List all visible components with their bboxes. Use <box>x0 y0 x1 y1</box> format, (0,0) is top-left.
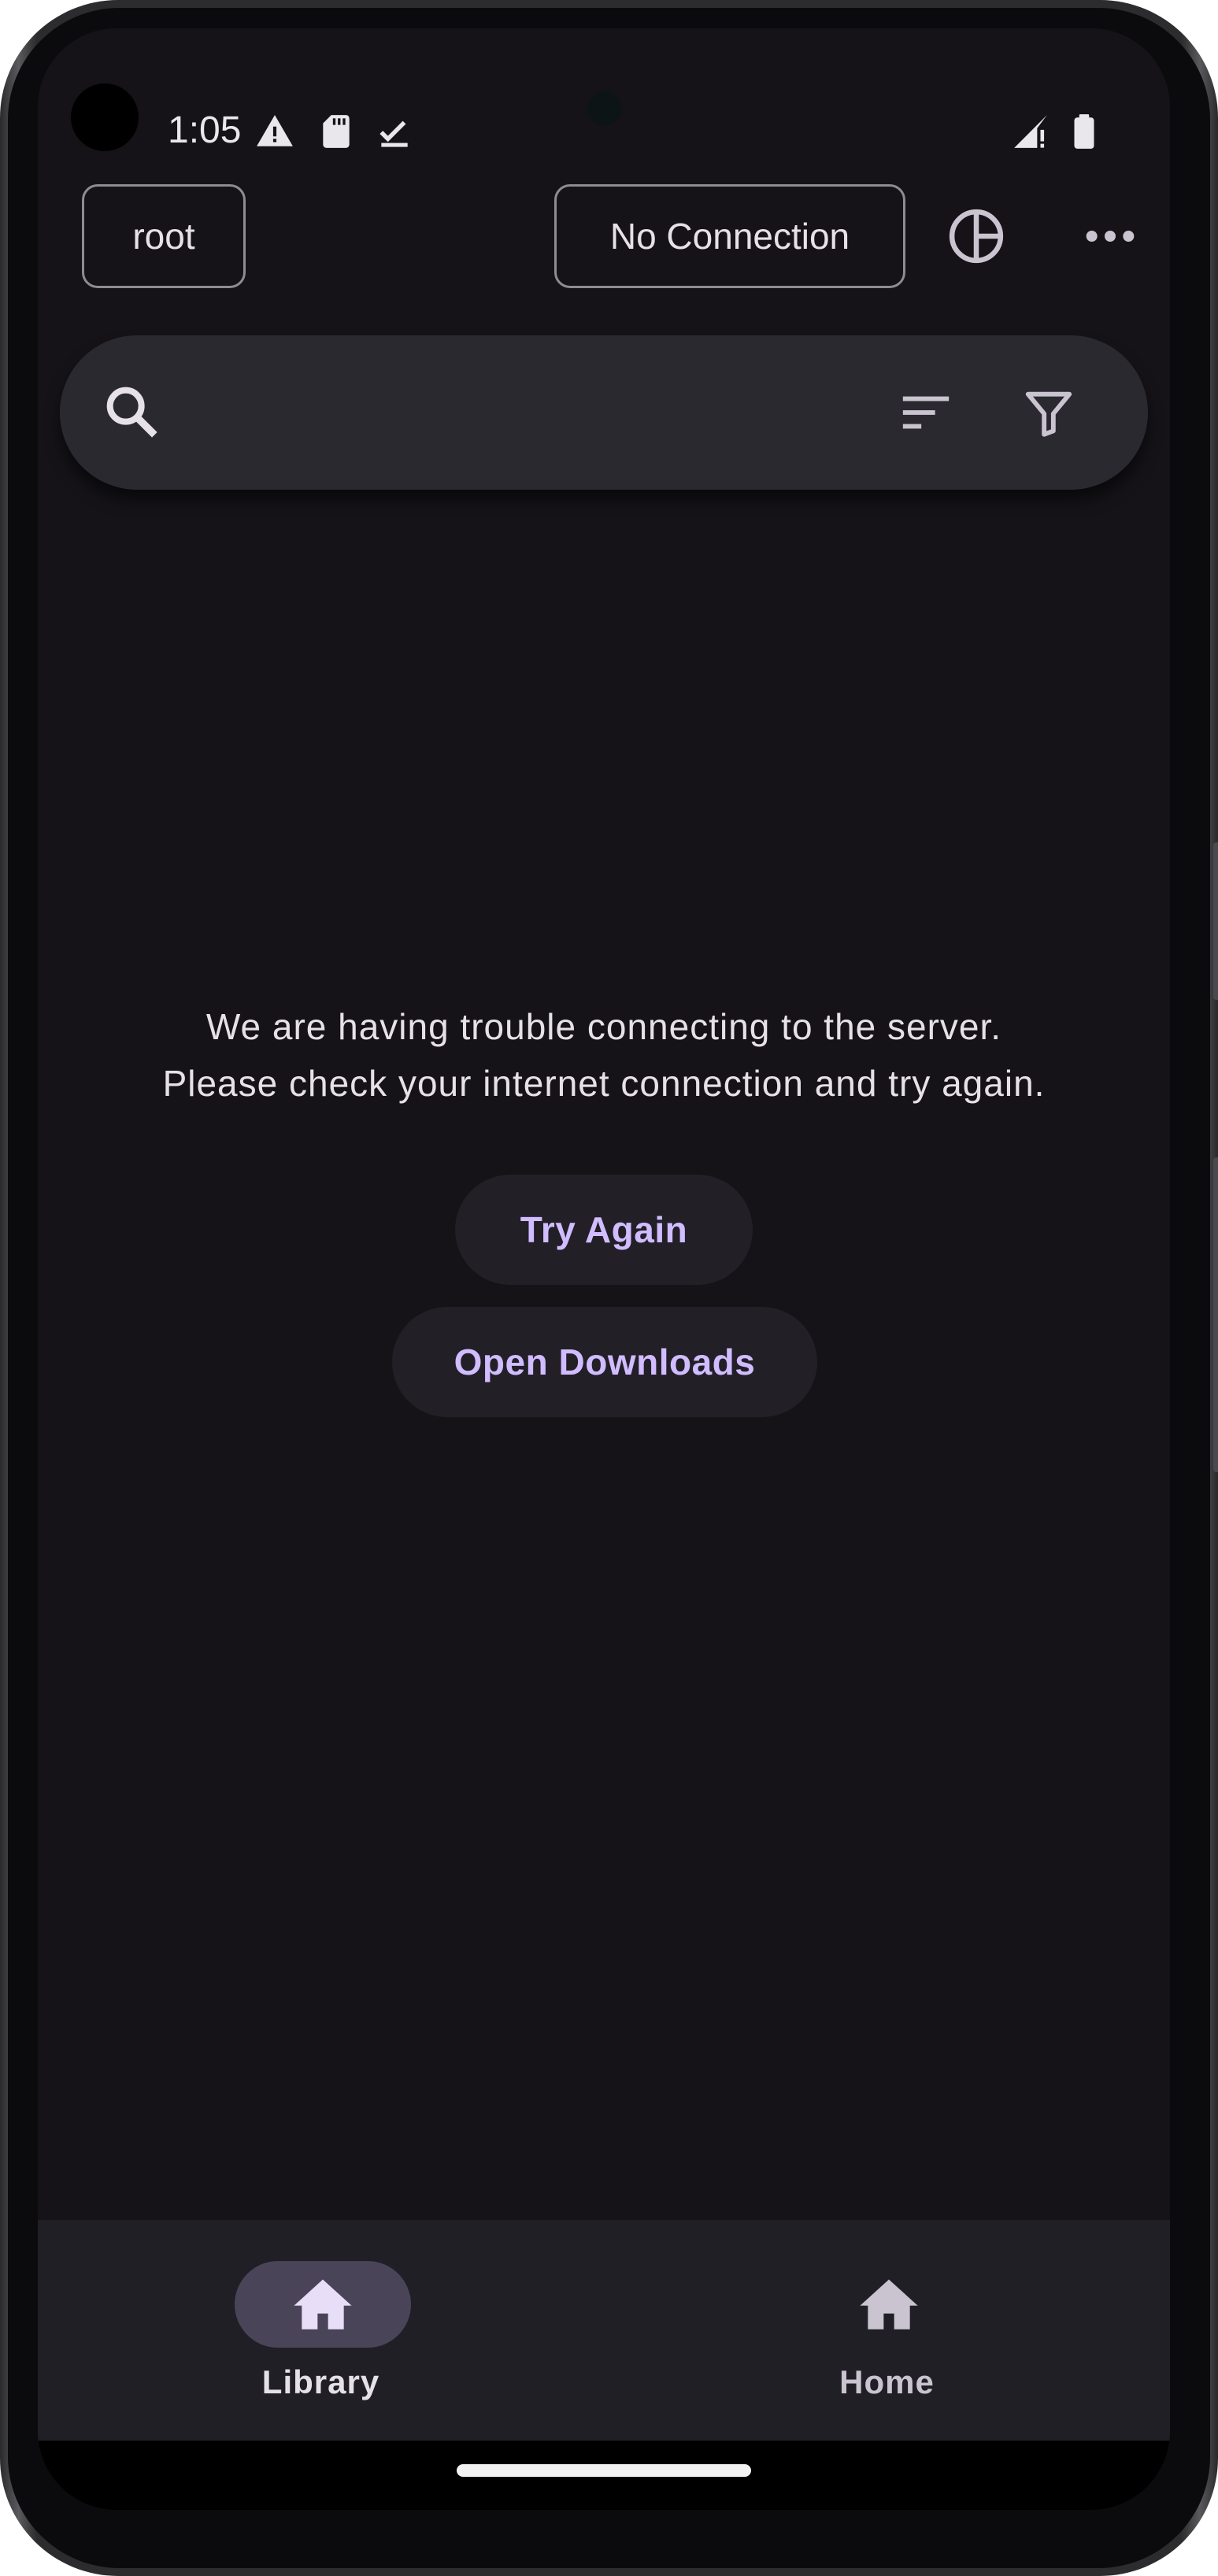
signal-no-connection-icon <box>1014 115 1047 148</box>
sort-button[interactable] <box>887 373 965 452</box>
gesture-navigation-area <box>38 2441 1170 2510</box>
home-icon <box>860 2279 918 2330</box>
screen: 1:05 root No Connection We are having tr… <box>38 28 1170 2510</box>
user-button[interactable]: root <box>82 184 246 288</box>
open-downloads-button[interactable]: Open Downloads <box>392 1307 817 1417</box>
more-options-icon <box>1086 231 1135 242</box>
connection-error-message: We are having trouble connecting to the … <box>38 998 1170 1112</box>
front-sensor <box>587 91 622 126</box>
pie-chart-icon <box>949 209 1004 264</box>
try-again-button[interactable]: Try Again <box>455 1175 753 1285</box>
search-bar[interactable] <box>60 335 1148 490</box>
search-input[interactable] <box>186 373 866 453</box>
nav-item-library[interactable]: Library <box>38 2220 604 2441</box>
gesture-handle[interactable] <box>457 2464 751 2477</box>
error-line-1: We are having trouble connecting to the … <box>205 1006 1002 1047</box>
nav-label-library: Library <box>261 2363 380 2400</box>
volume-button <box>1213 1157 1218 1472</box>
front-camera <box>71 83 139 151</box>
power-button <box>1213 842 1218 1000</box>
home-icon <box>294 2279 352 2330</box>
phone-frame: 1:05 root No Connection We are having tr… <box>0 0 1218 2576</box>
warning-icon <box>257 115 293 146</box>
filter-icon <box>1025 391 1072 437</box>
status-time: 1:05 <box>168 109 242 151</box>
sort-icon <box>902 396 950 429</box>
nav-label-home: Home <box>839 2363 935 2400</box>
check-icon <box>379 120 408 147</box>
battery-icon <box>1074 114 1094 149</box>
nav-item-home[interactable]: Home <box>604 2220 1170 2441</box>
connection-status-button[interactable]: No Connection <box>554 184 905 288</box>
bottom-navigation: Library Home <box>38 2220 1170 2441</box>
usage-button[interactable] <box>937 197 1016 276</box>
more-options-button[interactable] <box>1071 197 1150 276</box>
search-icon <box>106 387 157 438</box>
filter-button[interactable] <box>1009 373 1088 452</box>
error-line-2: Please check your internet connection an… <box>162 1063 1046 1104</box>
sd-card-icon <box>323 115 350 148</box>
